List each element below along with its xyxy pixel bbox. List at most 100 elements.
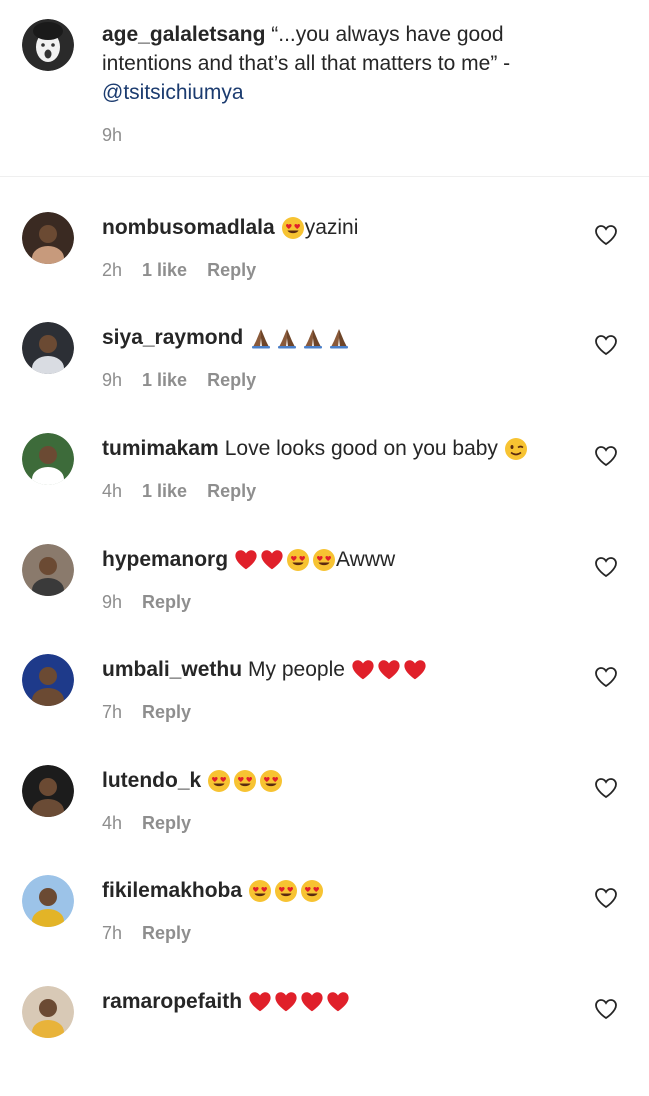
comment-row: lutendo_k 4h Reply xyxy=(0,765,649,875)
likes-count[interactable]: 1 like xyxy=(142,260,187,281)
red-heart-icon xyxy=(234,548,260,572)
comment-row: siya_raymond 9h 1 like Reply xyxy=(0,322,649,432)
comment-text: Awww xyxy=(336,548,396,571)
likes-count[interactable]: 1 like xyxy=(142,370,187,391)
comment-text: Love looks good on you baby xyxy=(224,437,498,460)
comment-line: hypemanorg Awww xyxy=(102,546,395,574)
comment-meta: 9h Reply xyxy=(102,592,191,613)
comment-line: siya_raymond xyxy=(102,324,351,352)
comment-line: ramaropefaith xyxy=(102,988,350,1016)
like-heart-icon[interactable] xyxy=(594,777,618,799)
comment-meta: 7h Reply xyxy=(102,923,191,944)
reply-button[interactable]: Reply xyxy=(142,702,191,723)
comment-avatar[interactable] xyxy=(22,544,74,596)
heart-eyes-icon xyxy=(259,769,283,793)
comment-meta: 4h 1 like Reply xyxy=(102,481,256,502)
comment-avatar[interactable] xyxy=(22,986,74,1038)
comment-username[interactable]: hypemanorg xyxy=(102,546,228,574)
comment-text: yazini xyxy=(304,216,359,239)
comment-timestamp: 4h xyxy=(102,813,123,833)
red-heart-icon xyxy=(300,990,326,1014)
comment-row: tumimakam Love looks good on you baby 4h 1… xyxy=(0,433,649,543)
comment-meta: 4h Reply xyxy=(102,813,191,834)
red-heart-icon xyxy=(326,990,352,1014)
reply-button[interactable]: Reply xyxy=(207,481,256,502)
comment-timestamp: 2h xyxy=(102,260,123,280)
comment-timestamp: 4h xyxy=(102,481,123,501)
reply-button[interactable]: Reply xyxy=(207,260,256,281)
comment-line: fikilemakhoba xyxy=(102,877,324,905)
profile-photo-icon xyxy=(22,19,74,71)
comment-username[interactable]: ramaropefaith xyxy=(102,988,242,1016)
like-heart-icon[interactable] xyxy=(594,224,618,246)
red-heart-icon xyxy=(248,990,274,1014)
comment-emojis xyxy=(504,437,528,461)
comment-row: fikilemakhoba 7h Reply xyxy=(0,875,649,985)
comment-row: nombusomadlala yazini 2h 1 like Reply xyxy=(0,212,649,322)
comment-meta: 9h 1 like Reply xyxy=(102,370,256,391)
profile-photo-icon xyxy=(22,986,74,1038)
folded-hands-icon xyxy=(327,326,351,350)
winking-face-icon xyxy=(504,437,528,461)
folded-hands-icon xyxy=(301,326,325,350)
comment-timestamp: 7h xyxy=(102,702,123,722)
like-heart-icon[interactable] xyxy=(594,998,618,1020)
comment-username[interactable]: lutendo_k xyxy=(102,767,201,795)
caption-username[interactable]: age_galaletsang xyxy=(102,23,265,46)
heart-eyes-icon xyxy=(286,548,310,572)
heart-eyes-icon xyxy=(274,879,298,903)
comment-avatar[interactable] xyxy=(22,433,74,485)
comment-avatar[interactable] xyxy=(22,875,74,927)
comment-emojis xyxy=(249,326,351,350)
comment-username[interactable]: tumimakam xyxy=(102,435,219,463)
profile-photo-icon xyxy=(22,433,74,485)
comment-avatar[interactable] xyxy=(22,212,74,264)
caption-mention[interactable]: @tsitsichiumya xyxy=(102,81,244,104)
profile-photo-icon xyxy=(22,875,74,927)
comment-username[interactable]: nombusomadlala xyxy=(102,214,275,242)
reply-button[interactable]: Reply xyxy=(142,813,191,834)
heart-eyes-icon xyxy=(207,769,231,793)
comment-line: lutendo_k xyxy=(102,767,283,795)
comment-timestamp: 9h xyxy=(102,592,123,612)
like-heart-icon[interactable] xyxy=(594,887,618,909)
comment-text: My people xyxy=(248,658,345,681)
reply-button[interactable]: Reply xyxy=(207,370,256,391)
profile-photo-icon xyxy=(22,654,74,706)
comment-username[interactable]: fikilemakhoba xyxy=(102,877,242,905)
like-heart-icon[interactable] xyxy=(594,666,618,688)
comment-emojis xyxy=(234,548,336,572)
heart-eyes-icon xyxy=(312,548,336,572)
caption: age_galaletsang “...you always have good… xyxy=(0,0,649,177)
likes-count[interactable]: 1 like xyxy=(142,481,187,502)
comment-timestamp: 7h xyxy=(102,923,123,943)
comment-username[interactable]: umbali_wethu xyxy=(102,656,242,684)
comment-meta: 7h Reply xyxy=(102,702,191,723)
heart-eyes-icon xyxy=(233,769,257,793)
caption-avatar[interactable] xyxy=(22,19,74,71)
comment-line: tumimakam Love looks good on you baby xyxy=(102,435,528,463)
red-heart-icon xyxy=(274,990,300,1014)
reply-button[interactable]: Reply xyxy=(142,923,191,944)
comment-avatar[interactable] xyxy=(22,765,74,817)
red-heart-icon xyxy=(351,658,377,682)
heart-eyes-icon xyxy=(281,216,305,240)
comment-emojis xyxy=(248,879,324,903)
comment-avatar[interactable] xyxy=(22,654,74,706)
heart-eyes-icon xyxy=(248,879,272,903)
comment-avatar[interactable] xyxy=(22,322,74,374)
comment-line: umbali_wethu My people xyxy=(102,656,427,684)
like-heart-icon[interactable] xyxy=(594,334,618,356)
reply-button[interactable]: Reply xyxy=(142,592,191,613)
profile-photo-icon xyxy=(22,544,74,596)
caption-text: age_galaletsang “...you always have good… xyxy=(102,20,572,107)
profile-photo-icon xyxy=(22,212,74,264)
comment-timestamp: 9h xyxy=(102,370,123,390)
comment-emojis xyxy=(207,769,283,793)
comment-meta: 2h 1 like Reply xyxy=(102,260,256,281)
comment-username[interactable]: siya_raymond xyxy=(102,324,243,352)
like-heart-icon[interactable] xyxy=(594,556,618,578)
caption-timestamp: 9h xyxy=(102,125,123,145)
folded-hands-icon xyxy=(275,326,299,350)
like-heart-icon[interactable] xyxy=(594,445,618,467)
